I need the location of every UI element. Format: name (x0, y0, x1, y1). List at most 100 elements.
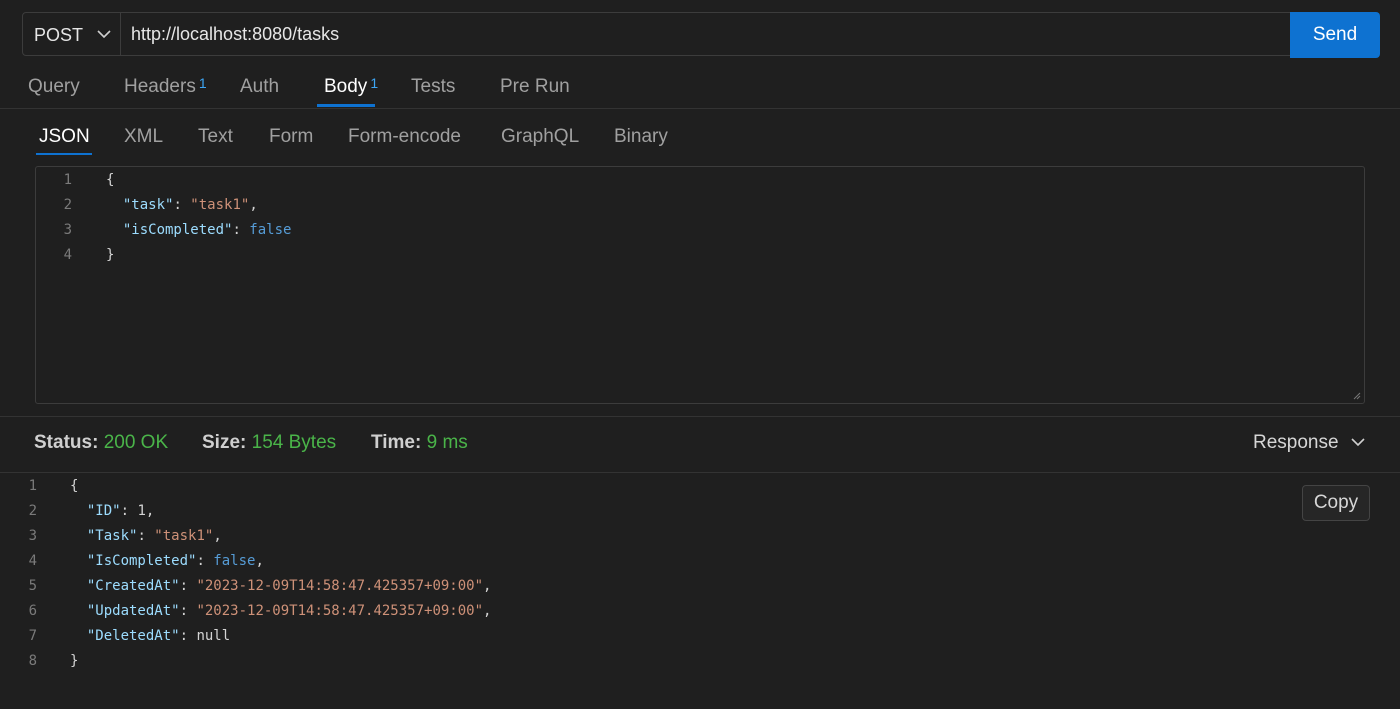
resize-grip-icon[interactable] (1353, 392, 1361, 400)
method-select[interactable]: POST (22, 12, 121, 56)
line-number: 4 (28, 553, 37, 569)
code-line: "isCompleted": false (106, 222, 292, 238)
json-key: "IsCompleted" (86, 553, 197, 569)
tab-query[interactable]: Query (28, 76, 80, 98)
json-keyword: false (249, 222, 292, 238)
code-line: "Task": "task1", (70, 528, 222, 544)
time-info: Time: 9 ms (371, 432, 468, 454)
code-line: "ID": 1, (70, 503, 154, 519)
line-number: 1 (63, 172, 72, 188)
json-key: "DeletedAt" (86, 628, 180, 644)
brace: { (70, 478, 79, 494)
line-number: 2 (63, 197, 72, 213)
tab-auth[interactable]: Auth (240, 76, 279, 98)
json-key: "CreatedAt" (86, 578, 180, 594)
json-key: "task" (122, 197, 174, 213)
divider (0, 416, 1400, 417)
brace: } (70, 653, 79, 669)
line-number: 7 (28, 628, 37, 644)
body-tab-binary[interactable]: Binary (614, 126, 668, 148)
response-body: 1 2 3 4 5 6 7 8 { "ID": 1, "Task": "task… (0, 473, 1400, 709)
tab-headers[interactable]: Headers 1 (124, 75, 207, 98)
code-line: } (70, 653, 78, 669)
line-number: 8 (28, 653, 37, 669)
active-body-tab-indicator (36, 153, 92, 155)
status-info: Status: 200 OK (34, 432, 168, 454)
tab-label: Tests (411, 76, 456, 97)
url-input[interactable] (121, 12, 1291, 56)
send-button[interactable]: Send (1290, 12, 1380, 58)
code-line: "task": "task1", (106, 197, 258, 213)
code-line: { (70, 478, 78, 494)
colon: : (179, 628, 197, 644)
colon: : (173, 197, 191, 213)
line-number: 6 (28, 603, 37, 619)
line-number: 3 (63, 222, 72, 238)
line-number: 1 (28, 478, 37, 494)
brace: } (106, 247, 115, 263)
response-view-select[interactable]: Response (1253, 432, 1366, 454)
tab-label: Pre Run (500, 76, 570, 97)
json-key: "ID" (86, 503, 121, 519)
request-body-editor[interactable]: 1 2 3 4 { "task": "task1", "isCompleted"… (35, 166, 1365, 404)
json-string: "task1" (190, 197, 250, 213)
line-number: 5 (28, 578, 37, 594)
json-key: "Task" (86, 528, 138, 544)
comma: , (483, 578, 492, 594)
size-label: Size: (202, 432, 247, 453)
status-value: 200 OK (103, 432, 169, 453)
code-line: "CreatedAt": "2023-12-09T14:58:47.425357… (70, 578, 492, 594)
line-number: 2 (28, 503, 37, 519)
comma: , (255, 553, 264, 569)
comma: , (249, 197, 258, 213)
code-line: "IsCompleted": false, (70, 553, 264, 569)
colon: : (232, 222, 250, 238)
json-null: null (196, 628, 231, 644)
json-string: "2023-12-09T14:58:47.425357+09:00" (196, 603, 484, 619)
comma: , (213, 528, 222, 544)
request-tabs: Query Headers 1 Auth Body 1 Tests Pre Run (0, 70, 1400, 109)
size-value: 154 Bytes (251, 432, 337, 453)
json-key: "UpdatedAt" (86, 603, 180, 619)
response-select-label: Response (1253, 432, 1339, 453)
code-line: } (106, 247, 114, 263)
colon: : (179, 603, 197, 619)
copy-button[interactable]: Copy (1302, 485, 1370, 521)
time-label: Time: (371, 432, 422, 453)
brace: { (106, 172, 115, 188)
request-bar: POST Send (22, 12, 1380, 58)
json-number: 1 (137, 503, 146, 519)
body-tab-form-encode[interactable]: Form-encode (348, 126, 461, 148)
chevron-down-icon (97, 30, 111, 39)
json-string: "task1" (154, 528, 214, 544)
tab-tests[interactable]: Tests (411, 76, 455, 98)
code-line: { (106, 172, 114, 188)
chevron-down-icon (1351, 438, 1365, 447)
tab-pre-run[interactable]: Pre Run (500, 76, 570, 98)
tab-label: Headers (124, 76, 196, 97)
line-number: 3 (28, 528, 37, 544)
time-value: 9 ms (426, 432, 468, 453)
body-tab-text[interactable]: Text (198, 126, 233, 148)
body-tab-json[interactable]: JSON (39, 126, 90, 148)
tab-badge: 1 (370, 75, 379, 91)
colon: : (196, 553, 214, 569)
comma: , (483, 603, 492, 619)
code-line: "DeletedAt": null (70, 628, 230, 644)
tab-label: Body (324, 76, 368, 97)
body-tab-form[interactable]: Form (269, 126, 313, 148)
line-number: 4 (63, 247, 72, 263)
json-keyword: false (213, 553, 256, 569)
tab-body[interactable]: Body 1 (324, 75, 379, 98)
code-line: "UpdatedAt": "2023-12-09T14:58:47.425357… (70, 603, 492, 619)
json-key: "isCompleted" (122, 222, 233, 238)
method-label: POST (34, 25, 84, 45)
colon: : (179, 578, 197, 594)
size-info: Size: 154 Bytes (202, 432, 336, 454)
body-tab-graphql[interactable]: GraphQL (501, 126, 579, 148)
active-tab-indicator (317, 104, 375, 107)
tab-label: Query (28, 76, 80, 97)
tab-label: Auth (240, 76, 280, 97)
colon: : (120, 503, 138, 519)
body-tab-xml[interactable]: XML (124, 126, 163, 148)
